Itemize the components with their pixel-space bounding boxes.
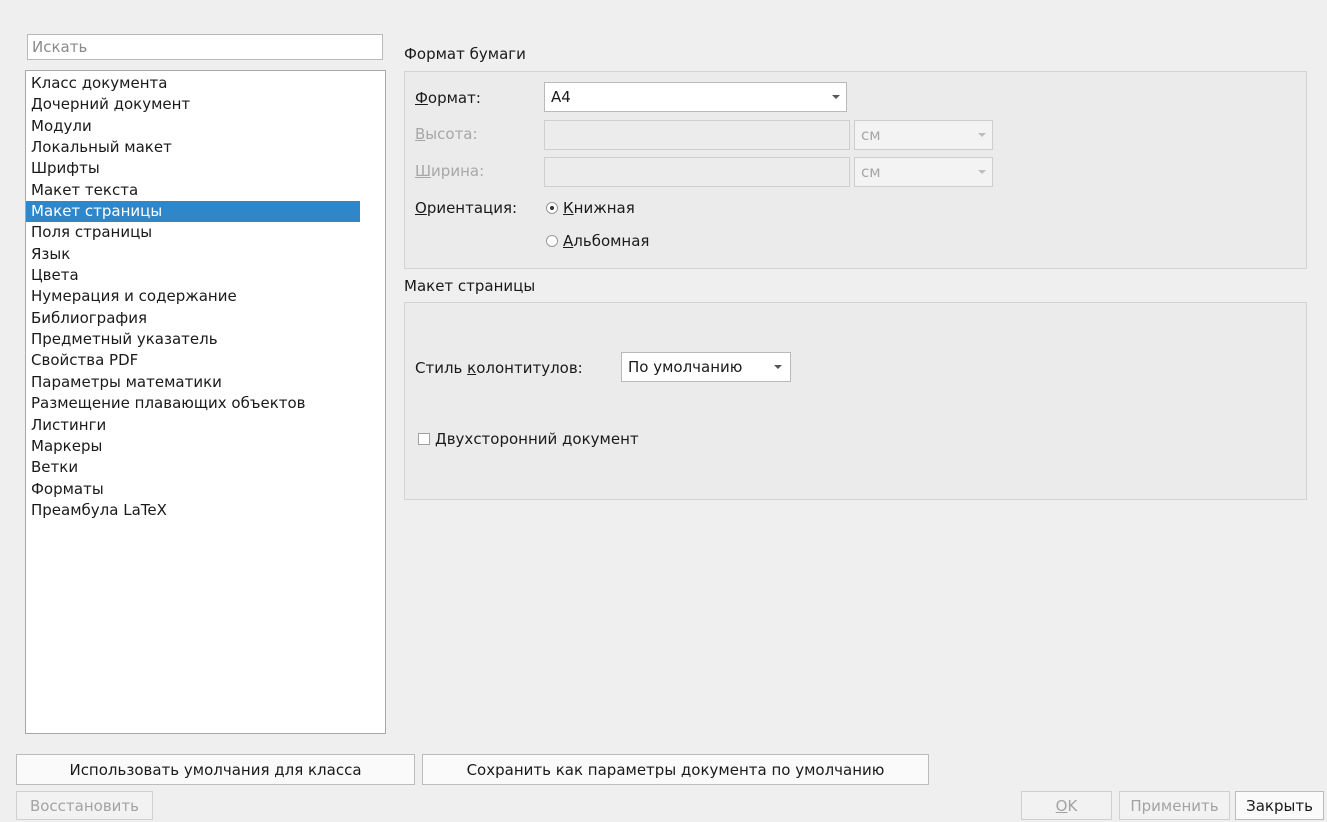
height-unit-value: см — [861, 126, 881, 144]
page-layout-title: Макет страницы — [404, 277, 536, 295]
header-style-combobox[interactable]: По умолчанию — [621, 352, 791, 382]
landscape-radio[interactable]: Альбомная — [546, 232, 649, 250]
paper-format-title: Формат бумаги — [404, 45, 526, 63]
nav-item[interactable]: Преамбула LaTeX — [26, 500, 360, 521]
nav-item[interactable]: Библиография — [26, 308, 360, 329]
portrait-label: Книжная — [563, 199, 635, 217]
nav-item[interactable]: Листинги — [26, 415, 360, 436]
nav-item[interactable]: Класс документа — [26, 73, 360, 94]
header-style-value: По умолчанию — [628, 358, 743, 376]
nav-item[interactable]: Маркеры — [26, 436, 360, 457]
two-sided-label: Двухсторонний документ — [435, 430, 639, 448]
nav-item[interactable]: Ветки — [26, 457, 360, 478]
nav-item[interactable]: Свойства PDF — [26, 350, 360, 371]
ok-button[interactable]: OK — [1021, 791, 1112, 820]
chevron-down-icon — [774, 365, 782, 369]
nav-item[interactable]: Дочерний документ — [26, 94, 360, 115]
format-label: Формат: — [415, 89, 481, 107]
paper-format-group: Формат: A4 Высота: см Ширина: см Ориента… — [404, 71, 1307, 269]
close-button[interactable]: Закрыть — [1235, 791, 1324, 820]
width-unit-combobox[interactable]: см — [854, 157, 993, 187]
settings-category-list[interactable]: Класс документа Дочерний документ Модули Ло… — [25, 70, 386, 734]
nav-item[interactable]: Модули — [26, 116, 360, 137]
chevron-down-icon — [832, 95, 840, 99]
nav-item[interactable]: Шрифты — [26, 158, 360, 179]
radio-unchecked-icon — [546, 235, 558, 247]
nav-item[interactable]: Форматы — [26, 479, 360, 500]
nav-item[interactable]: Макет текста — [26, 180, 360, 201]
restore-button[interactable]: Восстановить — [16, 791, 153, 820]
landscape-label: Альбомная — [563, 232, 650, 250]
nav-item[interactable]: Параметры математики — [26, 372, 360, 393]
width-unit-value: см — [861, 163, 881, 181]
orientation-label: Ориентация: — [415, 199, 518, 217]
height-label: Высота: — [415, 125, 478, 143]
two-sided-checkbox[interactable]: Двухсторонний документ — [418, 430, 639, 448]
height-unit-combobox[interactable]: см — [854, 120, 993, 150]
nav-item[interactable]: Нумерация и содержание — [26, 286, 360, 307]
chevron-down-icon — [978, 133, 986, 137]
checkbox-unchecked-icon — [418, 433, 430, 445]
width-label: Ширина: — [415, 162, 485, 180]
nav-item[interactable]: Макет страницы — [26, 201, 360, 223]
save-as-defaults-button[interactable]: Сохранить как параметры документа по умо… — [422, 754, 929, 785]
nav-item[interactable]: Размещение плавающих объектов — [26, 393, 360, 414]
format-combobox[interactable]: A4 — [544, 82, 847, 112]
chevron-down-icon — [978, 170, 986, 174]
nav-item[interactable]: Локальный макет — [26, 137, 360, 158]
nav-item[interactable]: Язык — [26, 244, 360, 265]
nav-item[interactable]: Поля страницы — [26, 222, 360, 243]
search-input[interactable] — [27, 34, 383, 60]
use-class-defaults-button[interactable]: Использовать умолчания для класса — [16, 754, 415, 785]
header-style-label: Стиль колонтитулов: — [415, 359, 583, 377]
radio-checked-icon — [546, 202, 558, 214]
page-layout-group: Стиль колонтитулов: По умолчанию Двухсто… — [404, 302, 1307, 500]
width-input[interactable] — [544, 157, 850, 187]
apply-button[interactable]: Применить — [1119, 791, 1230, 820]
portrait-radio[interactable]: Книжная — [546, 199, 635, 217]
format-value: A4 — [551, 88, 571, 106]
nav-item[interactable]: Цвета — [26, 265, 360, 286]
nav-item[interactable]: Предметный указатель — [26, 329, 360, 350]
height-input[interactable] — [544, 120, 850, 150]
